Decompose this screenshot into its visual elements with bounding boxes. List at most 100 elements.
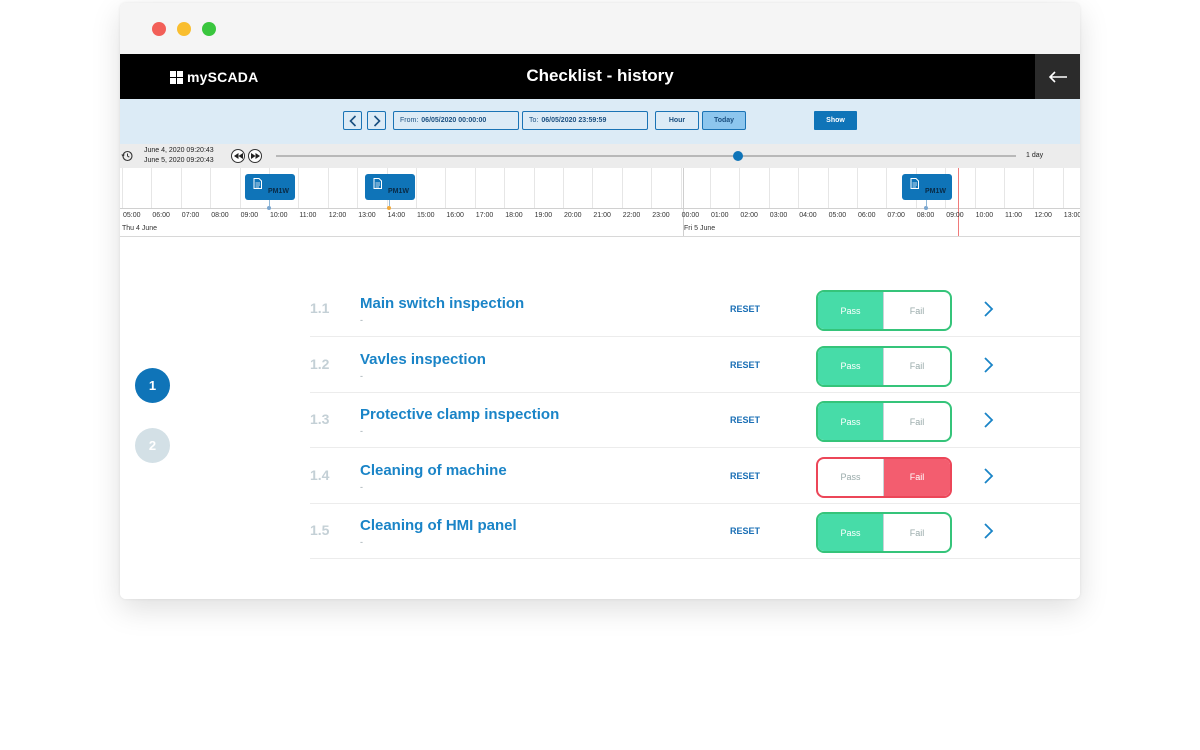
fast-forward-button[interactable]: [248, 149, 262, 163]
item-title: Protective clamp inspection: [360, 406, 560, 423]
reset-button[interactable]: RESET: [730, 415, 760, 425]
timeline-event[interactable]: PM1W: [245, 174, 295, 200]
pass-button[interactable]: Pass: [818, 403, 884, 440]
timeline-event[interactable]: PM1W: [365, 174, 415, 200]
timeline-gridline: [445, 168, 447, 208]
item-number: 1.3: [310, 411, 330, 427]
fast-forward-icon: [250, 153, 260, 159]
from-prefix: From:: [400, 117, 419, 124]
timeline-tick-label: 03:00: [769, 212, 788, 219]
timeline-tick-label: 06:00: [152, 212, 170, 219]
pass-button[interactable]: Pass: [818, 514, 884, 551]
timeline-gridline: [710, 168, 711, 208]
hour-button[interactable]: Hour: [655, 111, 699, 130]
timeline-gridline: [327, 168, 329, 208]
item-title: Main switch inspection: [360, 295, 525, 312]
pass-fail-toggle: Pass Fail: [816, 290, 952, 331]
timeline-gridline: [1033, 168, 1035, 208]
timeline-tick-label: 08:00: [211, 212, 229, 219]
close-window-button[interactable]: [152, 22, 166, 36]
from-date-field[interactable]: From: 06/05/2020 00:00:00: [393, 111, 519, 130]
pass-button[interactable]: Pass: [818, 347, 884, 385]
item-number: 1.2: [310, 355, 330, 372]
date-toolbar: From: 06/05/2020 00:00:00 To: 06/05/2020…: [120, 99, 1080, 144]
timeline-gridline: [210, 168, 212, 208]
item-subtitle: -: [360, 315, 363, 325]
rewind-button[interactable]: [231, 149, 245, 163]
reset-button[interactable]: RESET: [730, 304, 760, 314]
window-titlebar: [120, 3, 1080, 54]
range-start-label: June 4, 2020 09:20:43: [144, 147, 214, 154]
to-value: 06/05/2020 23:59:59: [541, 117, 607, 124]
time-slider-track[interactable]: [276, 155, 1016, 157]
event-label: PM1W: [925, 188, 946, 195]
fail-button[interactable]: Fail: [884, 292, 950, 329]
timeline-tick-label: 05:00: [828, 212, 847, 219]
timeline-tick-label: 09:00: [240, 212, 259, 219]
show-button[interactable]: Show: [814, 111, 857, 130]
event-timeline[interactable]: Thu 4 June Fri 5 June PM1W PM1W PM1W 05:…: [120, 168, 1080, 237]
chevron-right-icon[interactable]: [980, 521, 996, 541]
timeline-tick-label: 10:00: [975, 212, 994, 219]
time-slider-handle[interactable]: [733, 151, 743, 161]
timeline-gridline: [768, 168, 770, 208]
logo-text: mySCADA: [187, 69, 259, 85]
timeline-event[interactable]: PM1W: [902, 174, 952, 200]
today-button[interactable]: Today: [702, 111, 746, 130]
timeline-gridline: [122, 168, 123, 208]
checklist-row: 1.1 Main switch inspection - RESET Pass Fail: [310, 282, 1080, 337]
fail-button[interactable]: Fail: [884, 348, 950, 385]
chevron-right-icon[interactable]: [980, 410, 996, 430]
hour-label: Hour: [668, 117, 686, 124]
checklist-row: 1.3 Protective clamp inspection - RESET Pass…: [310, 393, 1080, 448]
chevron-left-icon: [348, 114, 356, 127]
fail-button[interactable]: Fail: [884, 403, 950, 440]
item-title: Cleaning of machine: [360, 461, 507, 479]
timeline-gridline: [798, 168, 800, 208]
chevron-right-icon[interactable]: [980, 466, 996, 486]
pass-button[interactable]: Pass: [818, 292, 884, 329]
timeline-tick-label: 15:00: [417, 212, 435, 219]
timeline-tick-label: 00:00: [681, 212, 700, 219]
timeline-gridline: [1062, 168, 1064, 208]
timeline-gridline: [533, 168, 535, 208]
timeline-gridline: [239, 168, 241, 208]
reset-button[interactable]: RESET: [730, 471, 760, 481]
today-label: Today: [713, 117, 735, 124]
pass-fail-toggle: Pass Fail: [816, 401, 952, 442]
fail-button[interactable]: Fail: [884, 514, 950, 551]
next-period-button[interactable]: [367, 111, 386, 130]
reset-button[interactable]: RESET: [730, 526, 760, 536]
document-icon: [910, 178, 919, 189]
reset-button[interactable]: RESET: [730, 360, 760, 370]
maximize-window-button[interactable]: [202, 22, 216, 36]
timeline-gridline: [180, 168, 182, 208]
timeline-gridline: [886, 168, 888, 208]
timeline-gridline: [504, 168, 506, 208]
current-time-marker: [958, 168, 959, 236]
prev-period-button[interactable]: [343, 111, 362, 130]
page-button-2[interactable]: 2: [135, 428, 170, 463]
page-button-1[interactable]: 1: [135, 368, 170, 403]
pass-fail-toggle: Pass Fail: [816, 512, 952, 553]
history-icon[interactable]: [121, 150, 133, 162]
back-button[interactable]: [1035, 54, 1080, 99]
checklist-content: 1 2 1.1 Main switch inspection - RESET Pass F…: [120, 237, 1080, 599]
document-icon: [373, 178, 382, 189]
timeline-tick-label: 14:00: [387, 212, 406, 219]
timeline-tick-label: 06:00: [858, 212, 876, 219]
event-label: PM1W: [268, 188, 289, 195]
pass-button[interactable]: Pass: [818, 458, 884, 496]
to-date-field[interactable]: To: 06/05/2020 23:59:59: [522, 111, 648, 130]
event-pin: [267, 206, 271, 210]
event-label: PM1W: [388, 188, 409, 195]
timeline-tick-label: 17:00: [475, 212, 494, 219]
minimize-window-button[interactable]: [177, 22, 191, 36]
item-subtitle: -: [360, 537, 363, 547]
pass-fail-toggle: Pass Fail: [816, 345, 952, 387]
page-title: Checklist - history: [526, 66, 674, 85]
fail-button[interactable]: Fail: [884, 458, 950, 496]
chevron-right-icon[interactable]: [980, 299, 996, 319]
chevron-right-icon[interactable]: [980, 355, 996, 375]
day-separator: [683, 168, 684, 236]
